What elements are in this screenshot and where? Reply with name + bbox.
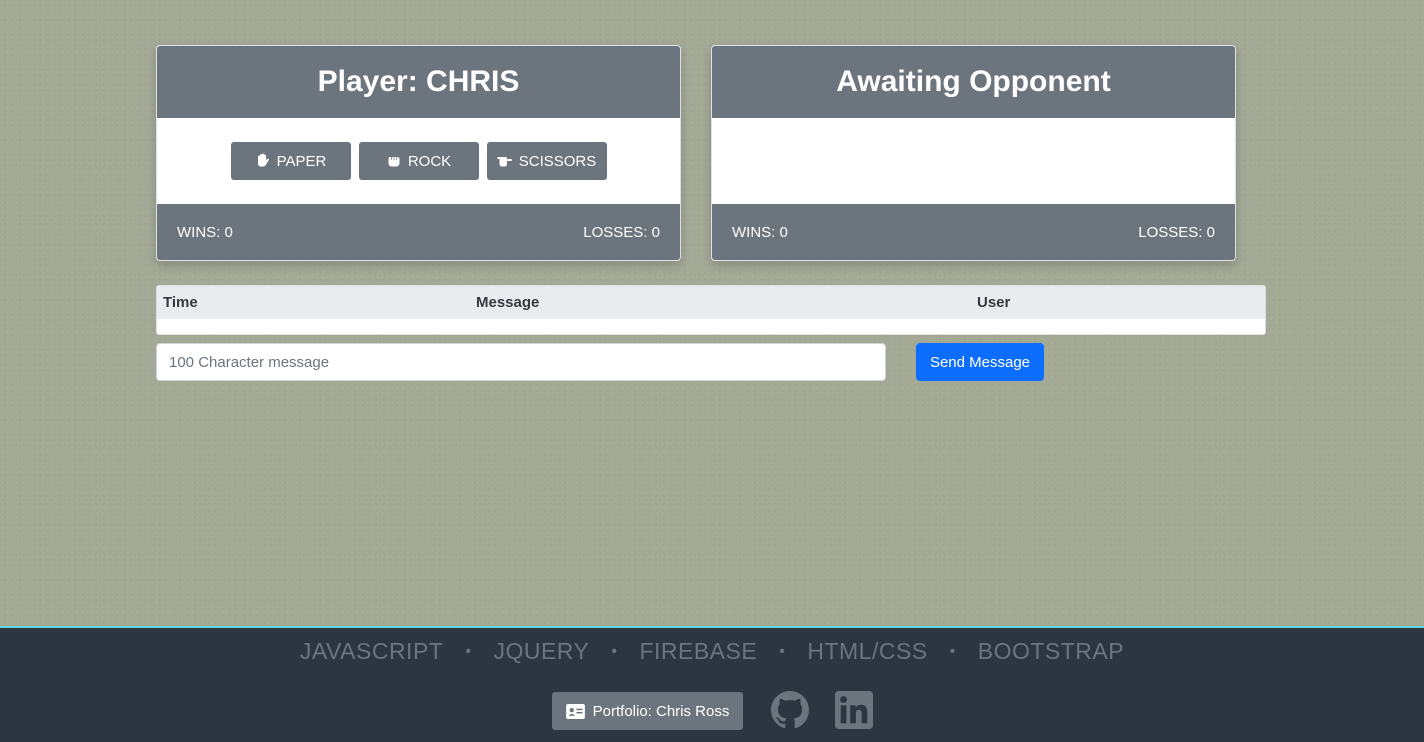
separator: • xyxy=(611,642,618,660)
rock-button[interactable]: ROCK xyxy=(358,142,479,180)
tech-item: JAVASCRIPT xyxy=(299,638,444,664)
opponent-card-footer: WINS: 0 LOSSES: 0 xyxy=(712,204,1235,260)
tech-item: JQUERY xyxy=(493,638,590,664)
player-losses: LOSSES: 0 xyxy=(583,223,660,241)
chat-table: Time Message User xyxy=(156,285,1266,335)
tech-item: FIREBASE xyxy=(639,638,758,664)
github-icon[interactable] xyxy=(771,691,809,729)
linkedin-icon[interactable] xyxy=(835,691,873,729)
choice-buttons: PAPER ROCK SCISSORS xyxy=(157,118,680,204)
opponent-card-header: Awaiting Opponent xyxy=(712,46,1235,118)
player-title: Player: CHRIS xyxy=(317,65,520,98)
footer: JAVASCRIPT • JQUERY • FIREBASE • HTML/CS… xyxy=(0,626,1424,742)
paper-label: PAPER xyxy=(276,152,327,170)
portfolio-button[interactable]: Portfolio: Chris Ross xyxy=(552,692,743,730)
paper-button[interactable]: PAPER xyxy=(230,142,351,180)
scissors-label: SCISSORS xyxy=(518,152,597,170)
column-header-time: Time xyxy=(163,294,198,311)
rock-label: ROCK xyxy=(407,152,452,170)
opponent-wins: WINS: 0 xyxy=(732,223,788,241)
portfolio-label: Portfolio: Chris Ross xyxy=(592,702,730,720)
column-header-message: Message xyxy=(476,294,540,311)
player-wins: WINS: 0 xyxy=(177,223,233,241)
hand-paper-icon xyxy=(255,153,271,169)
separator: • xyxy=(779,642,786,660)
tech-item: BOOTSTRAP xyxy=(977,638,1125,664)
tech-list: JAVASCRIPT • JQUERY • FIREBASE • HTML/CS… xyxy=(0,638,1424,665)
player-card-header: Player: CHRIS xyxy=(157,46,680,118)
hand-scissors-icon xyxy=(496,153,513,169)
player-card-footer: WINS: 0 LOSSES: 0 xyxy=(157,204,680,260)
opponent-losses: LOSSES: 0 xyxy=(1138,223,1215,241)
send-message-button[interactable]: Send Message xyxy=(916,343,1044,381)
hand-rock-icon xyxy=(386,153,402,169)
chat-table-header: Time Message User xyxy=(157,286,1265,319)
separator: • xyxy=(465,642,472,660)
id-card-icon xyxy=(565,703,585,719)
tech-item: HTML/CSS xyxy=(807,638,928,664)
player-card: Player: CHRIS PAPER ROCK SCISSORS WINS: … xyxy=(156,45,681,261)
opponent-card-body xyxy=(712,118,1235,204)
scissors-button[interactable]: SCISSORS xyxy=(486,142,607,180)
opponent-title: Awaiting Opponent xyxy=(836,65,1111,98)
separator: • xyxy=(949,642,956,660)
column-header-user: User xyxy=(977,294,1011,311)
opponent-card: Awaiting Opponent WINS: 0 LOSSES: 0 xyxy=(711,45,1236,261)
message-input[interactable] xyxy=(156,343,886,381)
